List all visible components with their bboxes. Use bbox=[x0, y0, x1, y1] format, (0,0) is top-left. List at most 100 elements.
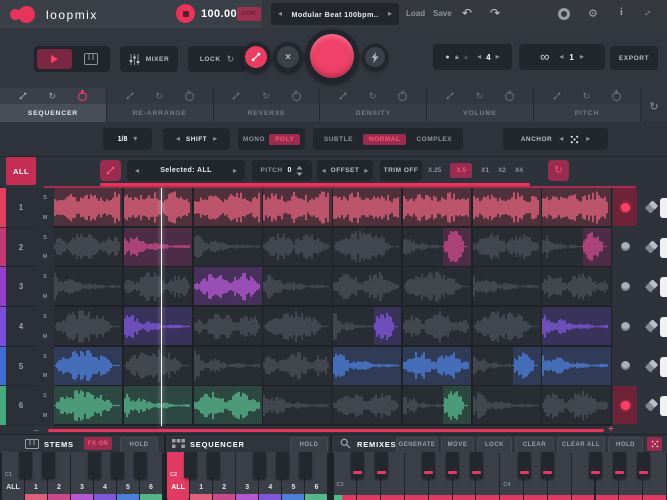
info-icon[interactable]: i bbox=[620, 7, 623, 18]
refresh-icon[interactable]: ↻ bbox=[476, 91, 484, 102]
stems-hold-button[interactable]: HOLD bbox=[120, 437, 158, 453]
random-icon[interactable] bbox=[553, 92, 561, 100]
record-button[interactable] bbox=[613, 228, 637, 266]
preset-prev-icon[interactable]: ◂ bbox=[278, 10, 282, 18]
black-key[interactable] bbox=[446, 452, 459, 478]
keys-mode-button[interactable] bbox=[76, 49, 106, 69]
snowflake-icon[interactable]: * bbox=[455, 58, 459, 62]
dice-icon[interactable] bbox=[570, 135, 579, 144]
black-key[interactable] bbox=[184, 452, 197, 478]
row-slider-handle[interactable] bbox=[660, 277, 667, 297]
random-icon[interactable] bbox=[446, 92, 454, 100]
remix-random-button[interactable] bbox=[647, 437, 662, 451]
row-slider-handle[interactable] bbox=[660, 198, 667, 218]
mute-button[interactable]: M bbox=[36, 251, 54, 263]
mixer-button[interactable]: MIXER bbox=[120, 46, 178, 72]
tab-volume[interactable]: ↻VOLUME bbox=[427, 88, 534, 122]
solo-button[interactable]: S bbox=[36, 390, 54, 402]
power-icon[interactable] bbox=[78, 92, 87, 101]
remix-generate-button[interactable]: GENERATE bbox=[396, 437, 438, 453]
mute-button[interactable]: M bbox=[36, 370, 54, 382]
grid-cell[interactable] bbox=[194, 386, 262, 424]
refresh-icon[interactable]: ↻ bbox=[369, 91, 377, 102]
grid-cell[interactable] bbox=[54, 228, 122, 266]
speed-button-x.5[interactable]: X.5 bbox=[450, 163, 472, 178]
grid-cell[interactable] bbox=[194, 347, 262, 385]
eraser-icon[interactable] bbox=[645, 398, 658, 411]
row-slider-handle[interactable] bbox=[660, 396, 667, 416]
black-key[interactable] bbox=[207, 452, 220, 478]
mode-dot-icon[interactable]: ● bbox=[445, 54, 449, 61]
remix-clear-button[interactable]: CLEAR bbox=[515, 437, 554, 453]
grid-cell[interactable] bbox=[263, 386, 331, 424]
grid-cell[interactable] bbox=[263, 267, 331, 305]
select-all-button[interactable]: ALL bbox=[6, 157, 36, 185]
grid-cell[interactable] bbox=[54, 307, 122, 345]
black-key[interactable] bbox=[637, 452, 650, 478]
black-key[interactable] bbox=[111, 452, 124, 478]
shuffle-knob[interactable]: × bbox=[277, 46, 299, 68]
bpm-display[interactable]: 100.00 bbox=[201, 8, 237, 20]
black-key[interactable] bbox=[42, 452, 55, 478]
sync-button[interactable]: SYNC bbox=[237, 7, 261, 21]
pitch-value[interactable]: 0 bbox=[288, 167, 292, 174]
speed-button-x2[interactable]: X2 bbox=[498, 167, 506, 174]
grid-cell[interactable] bbox=[124, 267, 192, 305]
grid-cell[interactable] bbox=[473, 267, 541, 305]
black-key[interactable] bbox=[422, 452, 435, 478]
solo-button[interactable]: S bbox=[36, 271, 54, 283]
grid-cell[interactable] bbox=[333, 307, 401, 345]
grid-cell[interactable] bbox=[124, 386, 192, 424]
selected-next-icon[interactable]: ▸ bbox=[233, 167, 237, 175]
normal-button[interactable]: NORMAL bbox=[363, 134, 407, 145]
record-button[interactable] bbox=[613, 188, 637, 226]
random-icon[interactable] bbox=[339, 92, 347, 100]
power-icon[interactable] bbox=[612, 92, 621, 101]
grid-cell[interactable] bbox=[124, 347, 192, 385]
offset-next-icon[interactable]: ▸ bbox=[364, 167, 368, 175]
refresh-icon[interactable]: ↻ bbox=[262, 91, 270, 102]
refresh-icon[interactable]: ↻ bbox=[583, 91, 591, 102]
speed-button-x.25[interactable]: X.25 bbox=[428, 167, 441, 174]
fx-on-button[interactable]: FX ON bbox=[84, 437, 112, 450]
eraser-icon[interactable] bbox=[645, 319, 658, 332]
tab-density[interactable]: ↻DENSITY bbox=[320, 88, 427, 122]
repeat-next-icon[interactable]: ▸ bbox=[496, 53, 500, 61]
infinity-icon[interactable]: ∞ bbox=[540, 49, 549, 64]
repeat-prev-icon[interactable]: ◂ bbox=[477, 53, 481, 61]
black-key[interactable] bbox=[134, 452, 147, 478]
record-button[interactable] bbox=[613, 347, 637, 385]
grid-cell[interactable] bbox=[54, 347, 122, 385]
black-key[interactable] bbox=[375, 452, 388, 478]
remix-move-button[interactable]: MOVE bbox=[441, 437, 474, 453]
mute-button[interactable]: M bbox=[36, 291, 54, 303]
subtle-button[interactable]: SUBTLE bbox=[324, 136, 353, 143]
grid-cell[interactable] bbox=[403, 267, 471, 305]
record-icon[interactable] bbox=[558, 8, 570, 20]
black-key[interactable] bbox=[88, 452, 101, 478]
tab-sequencer[interactable]: ↻SEQUENCER bbox=[0, 88, 107, 122]
grid-cell[interactable] bbox=[194, 267, 262, 305]
refresh-icon[interactable]: ↻ bbox=[49, 91, 57, 102]
eraser-icon[interactable] bbox=[645, 359, 658, 372]
trim-button[interactable]: TRIM OFF bbox=[380, 160, 422, 181]
grid-cell[interactable] bbox=[263, 307, 331, 345]
row-slider-handle[interactable] bbox=[660, 357, 667, 377]
tab-reverse[interactable]: ↻REVERSE bbox=[214, 88, 321, 122]
refresh-icon[interactable]: ↻ bbox=[155, 91, 163, 102]
anchor-next-icon[interactable]: ▸ bbox=[586, 135, 590, 143]
complex-button[interactable]: COMPLEX bbox=[416, 136, 452, 143]
power-icon[interactable] bbox=[292, 92, 301, 101]
grid-cell[interactable] bbox=[403, 307, 471, 345]
grid-cell[interactable] bbox=[542, 307, 610, 345]
grid-cell[interactable] bbox=[473, 307, 541, 345]
undo-icon[interactable]: ↶ bbox=[462, 6, 472, 20]
loop-next-icon[interactable]: ▸ bbox=[580, 53, 584, 61]
load-button[interactable]: Load bbox=[406, 9, 425, 18]
grid-cell[interactable] bbox=[473, 188, 541, 226]
selected-prev-icon[interactable]: ◂ bbox=[135, 167, 139, 175]
export-button[interactable]: EXPORT bbox=[610, 46, 658, 70]
mute-button[interactable]: M bbox=[36, 410, 54, 422]
grid-cell[interactable] bbox=[542, 188, 610, 226]
random-knob[interactable] bbox=[245, 46, 267, 68]
